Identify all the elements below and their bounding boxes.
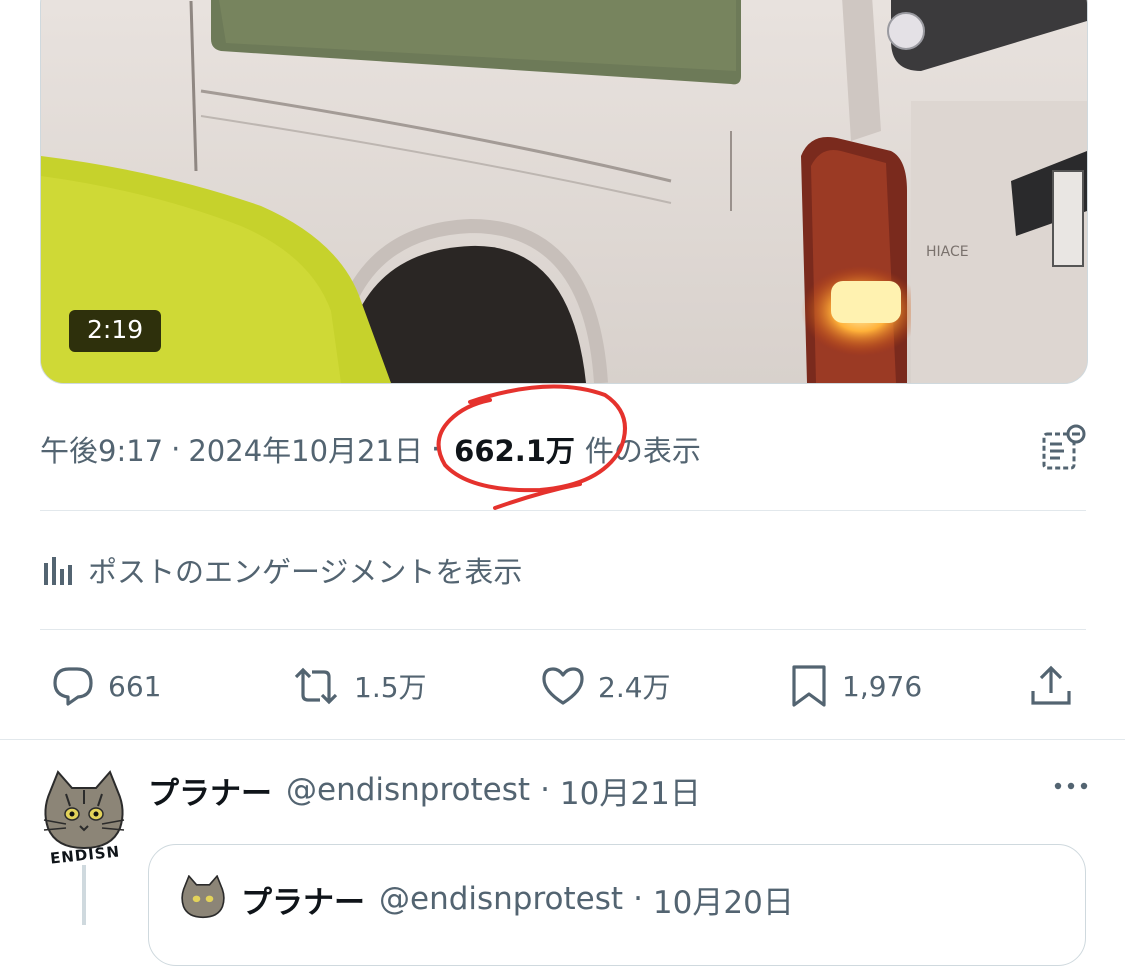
svg-text:HIACE: HIACE [926, 244, 969, 260]
video-frame: HIACE [41, 0, 1087, 383]
video-media[interactable]: HIACE 2:19 [40, 0, 1088, 384]
separator: · [540, 772, 550, 808]
display-name[interactable]: プラナー [148, 768, 272, 813]
share-button[interactable] [1028, 654, 1086, 718]
post-meta-row: 午後9:17 · 2024年10月21日 · 662.1万 件の表示 [40, 424, 1086, 474]
repost-count: 1.5万 [354, 671, 427, 704]
user-handle[interactable]: @endisnprotest [286, 772, 530, 808]
quoted-header: プラナー @endisnprotest · 10月20日 [241, 877, 794, 921]
view-count-suffix: 件の表示 [584, 434, 701, 468]
reply-icon [53, 667, 93, 706]
divider [40, 629, 1086, 630]
video-duration: 2:19 [69, 310, 162, 352]
repost-button[interactable]: 1.5万 [290, 654, 427, 718]
post-date[interactable]: 2024年10月21日 [188, 428, 423, 470]
like-count: 2.4万 [598, 671, 671, 704]
reply-post[interactable]: ENDISN プラナー @endisnprotest · 10月21日 プラナー… [0, 740, 1125, 966]
quoted-display-name: プラナー [241, 884, 365, 921]
more-options-button[interactable] [1053, 776, 1089, 800]
analytics-icon [44, 557, 72, 585]
post-date[interactable]: 10月21日 [560, 768, 701, 813]
quoted-post-date: 10月20日 [652, 884, 794, 921]
separator: · [633, 881, 643, 917]
reply-button[interactable]: 661 [50, 654, 161, 718]
more-icon [1054, 782, 1088, 790]
reply-count: 661 [108, 669, 162, 703]
view-engagement-label: ポストのエンゲージメントを表示 [88, 555, 523, 589]
view-count: 662.1万 [454, 434, 575, 468]
bookmark-count: 1,976 [842, 669, 923, 703]
bookmark-button[interactable]: 1,976 [788, 654, 922, 718]
action-bar: 661 1.5万 2.4万 1,976 [40, 654, 1086, 718]
grok-icon[interactable] [1040, 424, 1086, 481]
separator: · [171, 432, 181, 466]
reply-header: プラナー @endisnprotest · 10月21日 [148, 768, 701, 812]
share-icon [1031, 665, 1071, 705]
thread-line [82, 865, 86, 925]
separator: · [430, 432, 441, 466]
bookmark-icon [792, 665, 826, 707]
post-time: 午後9:17 [40, 434, 164, 468]
avatar[interactable]: ENDISN [36, 770, 132, 868]
like-button[interactable]: 2.4万 [540, 654, 671, 718]
quoted-post[interactable]: プラナー @endisnprotest · 10月20日 [148, 844, 1086, 966]
quoted-user-handle: @endisnprotest [379, 881, 624, 917]
divider [40, 510, 1086, 511]
like-icon [542, 667, 584, 705]
view-engagement-link[interactable]: ポストのエンゲージメントを表示 [40, 545, 522, 595]
repost-icon [294, 667, 338, 705]
quoted-avatar [177, 874, 229, 927]
